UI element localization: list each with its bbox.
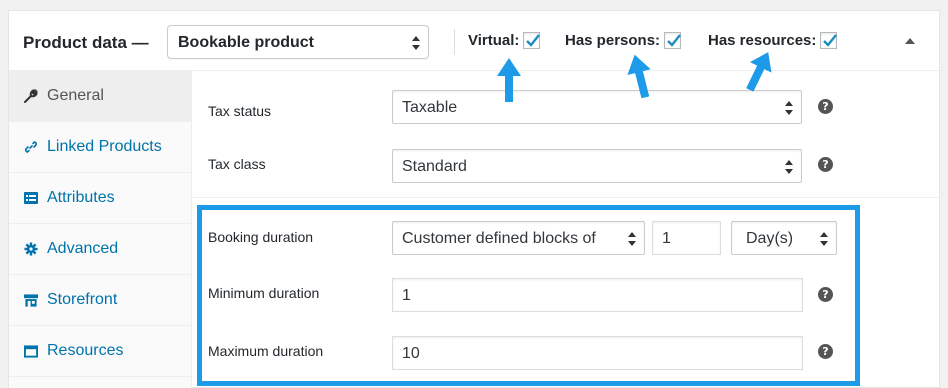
product-type-value: Bookable product — [178, 34, 315, 51]
header-divider — [454, 29, 455, 55]
tax-class-select[interactable]: Standard — [392, 149, 802, 183]
has-persons-checkbox[interactable] — [664, 32, 682, 49]
window-icon — [24, 344, 38, 358]
checkmark-icon — [526, 34, 541, 47]
booking-fields-highlight — [197, 205, 860, 386]
virtual-option[interactable]: Virtual: — [468, 32, 541, 49]
tab-attributes-label: Attributes — [47, 189, 115, 206]
has-persons-label: Has persons: — [565, 32, 661, 49]
section-divider — [192, 197, 940, 198]
tax-class-label: Tax class — [208, 156, 266, 172]
collapse-toggle-icon[interactable] — [905, 38, 915, 44]
panel-title: Product data — — [23, 33, 149, 52]
store-icon — [24, 293, 38, 307]
tab-general[interactable]: General — [9, 71, 192, 122]
tax-status-select[interactable]: Taxable — [392, 90, 802, 124]
list-icon — [24, 191, 38, 205]
checkmark-icon — [667, 34, 681, 47]
tab-storefront[interactable]: Storefront — [9, 275, 192, 326]
tab-advanced[interactable]: Advanced — [9, 224, 192, 275]
arrow-up-icon — [627, 54, 651, 98]
has-resources-option[interactable]: Has resources: — [708, 32, 838, 49]
tax-status-label: Tax status — [208, 103, 272, 119]
virtual-checkbox[interactable] — [523, 32, 541, 49]
has-resources-label: Has resources: — [708, 32, 817, 49]
arrow-up-icon — [497, 58, 521, 102]
link-icon — [24, 140, 38, 154]
tax-class-value: Standard — [402, 158, 467, 175]
tab-resources-label: Resources — [47, 342, 124, 359]
select-arrows-icon — [412, 36, 420, 50]
tab-linked-products[interactable]: Linked Products — [9, 122, 192, 173]
help-icon[interactable]: ? — [818, 157, 833, 172]
checkmark-icon — [823, 34, 838, 47]
tab-storefront-label: Storefront — [47, 291, 118, 308]
product-data-tabs: General Linked Products Attributes Advan… — [9, 71, 192, 388]
product-type-select[interactable]: Bookable product — [167, 25, 429, 59]
tab-linked-products-label: Linked Products — [47, 138, 162, 155]
arrow-up-icon — [746, 52, 772, 92]
virtual-label: Virtual: — [468, 32, 520, 49]
gear-icon — [24, 242, 38, 256]
tab-attributes[interactable]: Attributes — [9, 173, 192, 224]
tab-advanced-label: Advanced — [47, 240, 119, 257]
has-resources-checkbox[interactable] — [820, 32, 838, 49]
tab-resources[interactable]: Resources — [9, 326, 192, 377]
tab-general-label: General — [47, 87, 104, 104]
select-arrows-icon — [785, 101, 793, 115]
wrench-icon — [24, 89, 38, 103]
select-arrows-icon — [785, 160, 793, 174]
help-icon[interactable]: ? — [818, 99, 833, 114]
product-data-header: Product data — Bookable product Virtual:… — [9, 11, 939, 71]
tax-status-value: Taxable — [402, 99, 458, 116]
has-persons-option[interactable]: Has persons: — [565, 32, 682, 49]
